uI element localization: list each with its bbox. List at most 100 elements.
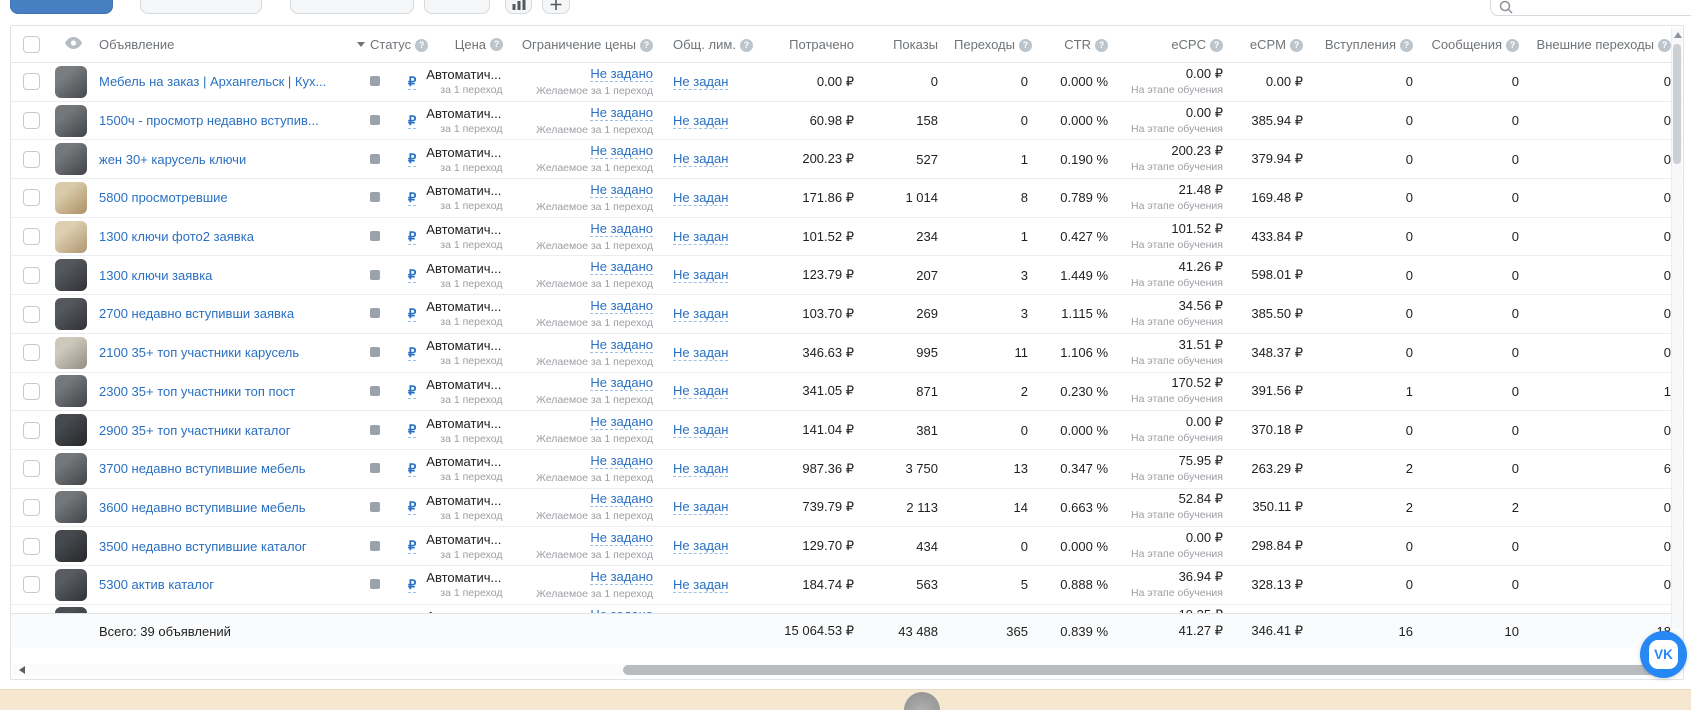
col-header-ad[interactable]: Объявление (99, 37, 174, 52)
col-header-joins[interactable]: Вступления (1325, 37, 1396, 52)
currency-link[interactable]: ₽ (408, 151, 417, 168)
col-header-ctr[interactable]: CTR (1064, 37, 1091, 52)
filter-dropdown-3[interactable] (424, 0, 490, 14)
currency-link[interactable]: ₽ (408, 345, 417, 361)
vertical-scroll-thumb[interactable] (1673, 44, 1681, 164)
primary-action-button[interactable] (10, 0, 113, 14)
ad-thumbnail[interactable] (55, 143, 87, 176)
currency-link[interactable]: ₽ (408, 229, 417, 245)
add-button[interactable] (542, 0, 570, 14)
help-icon[interactable] (1095, 38, 1108, 52)
row-checkbox[interactable] (22, 266, 40, 284)
currency-link[interactable]: ₽ (408, 190, 417, 206)
price-limit-link[interactable]: Не задано (590, 453, 653, 469)
help-icon[interactable] (490, 37, 503, 51)
ad-thumbnail[interactable] (55, 220, 87, 253)
price-limit-link[interactable]: Не задано (590, 143, 653, 160)
ad-thumbnail[interactable] (55, 259, 87, 292)
ad-name-link[interactable]: 2900 35+ топ участники каталог (99, 423, 349, 438)
total-limit-link[interactable]: Не задан (673, 113, 729, 129)
row-checkbox[interactable] (22, 112, 40, 130)
ad-thumbnail[interactable] (55, 568, 87, 601)
total-limit-link[interactable]: Не задан (673, 461, 729, 477)
total-limit-link[interactable]: Не задан (673, 229, 729, 245)
price-limit-link[interactable]: Не задано (590, 337, 653, 353)
row-checkbox[interactable] (22, 228, 40, 246)
ad-thumbnail[interactable] (55, 414, 87, 447)
ad-name-link[interactable]: 1300 ключи заявка (99, 268, 349, 283)
price-limit-link[interactable]: Не задано (590, 569, 653, 585)
help-icon[interactable] (1400, 38, 1413, 52)
help-icon[interactable] (1658, 38, 1671, 52)
ad-name-link[interactable]: Мебель на заказ | Архангельск | Кух... (99, 74, 349, 89)
help-icon[interactable] (1018, 38, 1032, 52)
ad-name-link[interactable]: 1300 ключи фото2 заявка (99, 229, 349, 244)
row-checkbox[interactable] (22, 73, 40, 91)
currency-link[interactable]: ₽ (408, 577, 417, 593)
col-header-total-limit[interactable]: Общ. лим. (673, 37, 736, 52)
total-limit-link[interactable]: Не задан (673, 577, 729, 593)
ad-name-link[interactable]: 5800 просмотревшие (99, 190, 349, 205)
price-limit-link[interactable]: Не задано (590, 221, 653, 237)
price-limit-link[interactable]: Не задано (590, 298, 653, 314)
currency-link[interactable]: ₽ (408, 113, 417, 129)
col-header-ecpc[interactable]: eCPC (1171, 37, 1206, 52)
ad-name-link[interactable]: 3500 недавно вступившие каталог (99, 539, 349, 554)
ad-thumbnail[interactable] (55, 336, 87, 369)
total-limit-link[interactable]: Не задан (673, 74, 729, 90)
currency-link[interactable]: ₽ (408, 74, 417, 90)
currency-link[interactable]: ₽ (408, 422, 417, 439)
price-limit-link[interactable]: Не задано (590, 105, 653, 121)
help-icon[interactable] (640, 38, 653, 52)
filter-dropdown-2[interactable] (290, 0, 414, 14)
select-all-checkbox[interactable] (22, 35, 40, 53)
col-header-price[interactable]: Цена (455, 37, 486, 52)
scroll-up-arrow-icon[interactable] (1674, 32, 1682, 38)
ad-name-link[interactable]: 2300 35+ топ участники топ пост (99, 384, 349, 399)
col-header-external[interactable]: Внешние переходы (1537, 37, 1654, 52)
row-checkbox[interactable] (22, 537, 40, 555)
col-header-price-limit[interactable]: Ограничение цены (522, 37, 636, 52)
ad-thumbnail[interactable] (55, 375, 87, 408)
price-limit-link[interactable]: Не задано (590, 414, 653, 431)
col-header-ecpm[interactable]: eCPM (1250, 37, 1286, 52)
ad-thumbnail[interactable] (55, 530, 87, 563)
horizontal-scroll-thumb[interactable] (623, 665, 1667, 675)
row-checkbox[interactable] (22, 576, 40, 594)
currency-link[interactable]: ₽ (408, 499, 417, 516)
ad-name-link[interactable]: 3700 недавно вступившие мебель (99, 461, 349, 476)
horizontal-scrollbar[interactable] (13, 664, 1669, 676)
ad-thumbnail[interactable] (55, 104, 87, 137)
total-limit-link[interactable]: Не задан (673, 538, 729, 555)
price-limit-link[interactable]: Не задано (590, 259, 653, 276)
ad-thumbnail[interactable] (55, 491, 87, 524)
stats-button[interactable] (505, 0, 532, 14)
help-icon[interactable] (1210, 38, 1223, 52)
ad-name-link[interactable]: 2700 недавно вступивши заявка (99, 306, 349, 321)
price-limit-link[interactable]: Не задано (590, 375, 653, 392)
ad-name-link[interactable]: 2100 35+ топ участники карусель (99, 345, 349, 360)
vk-messenger-badge[interactable]: VK (1640, 631, 1687, 678)
col-header-shows[interactable]: Показы (893, 37, 938, 52)
total-limit-link[interactable]: Не задан (673, 190, 729, 206)
price-limit-link[interactable]: Не задано (590, 66, 653, 82)
ad-name-link[interactable]: жен 30+ карусель ключи (99, 152, 349, 167)
row-checkbox[interactable] (22, 150, 40, 168)
total-limit-link[interactable]: Не задан (673, 422, 729, 439)
ad-thumbnail[interactable] (55, 65, 87, 98)
row-checkbox[interactable] (22, 344, 40, 362)
currency-link[interactable]: ₽ (408, 306, 417, 322)
currency-link[interactable]: ₽ (408, 383, 417, 400)
col-header-clicks[interactable]: Переходы (954, 37, 1015, 52)
sort-desc-icon[interactable] (357, 41, 365, 47)
total-limit-link[interactable]: Не задан (673, 306, 729, 322)
search-input[interactable] (1513, 1, 1673, 15)
help-icon[interactable] (1290, 38, 1303, 52)
ad-thumbnail[interactable] (55, 181, 87, 214)
row-checkbox[interactable] (22, 189, 40, 207)
help-icon[interactable] (739, 38, 753, 52)
currency-link[interactable]: ₽ (408, 538, 417, 555)
total-limit-link[interactable]: Не задан (673, 151, 729, 168)
ad-name-link[interactable]: 5300 актив каталог (99, 577, 349, 592)
col-header-spent[interactable]: Потрачено (789, 37, 854, 52)
